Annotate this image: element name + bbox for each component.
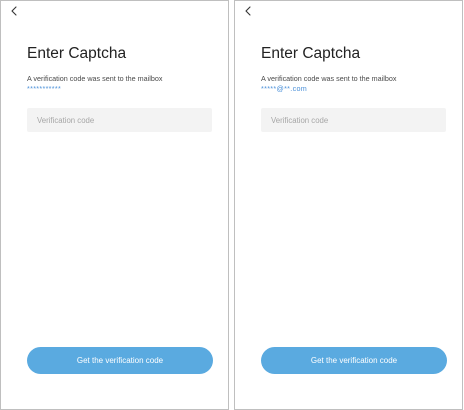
- screenshot-stage: Enter Captcha A verification code was se…: [0, 0, 464, 410]
- chevron-left-icon: [11, 6, 17, 16]
- captcha-screen-right: Enter Captcha A verification code was se…: [234, 0, 463, 410]
- verification-sent-text: A verification code was sent to the mail…: [27, 74, 163, 83]
- verification-code-input[interactable]: [261, 108, 446, 132]
- back-button[interactable]: [7, 3, 21, 19]
- get-verification-code-button[interactable]: Get the verification code: [261, 347, 447, 374]
- verification-code-input[interactable]: [27, 108, 212, 132]
- masked-email: *****@**.com: [261, 84, 308, 93]
- page-title: Enter Captcha: [261, 45, 361, 62]
- captcha-screen-left: Enter Captcha A verification code was se…: [0, 0, 229, 410]
- verification-sent-text: A verification code was sent to the mail…: [261, 74, 397, 83]
- get-verification-code-button[interactable]: Get the verification code: [27, 347, 213, 374]
- page-title: Enter Captcha: [27, 45, 127, 62]
- chevron-left-icon: [245, 6, 251, 16]
- masked-email: ***********: [27, 84, 62, 93]
- back-button[interactable]: [241, 3, 255, 19]
